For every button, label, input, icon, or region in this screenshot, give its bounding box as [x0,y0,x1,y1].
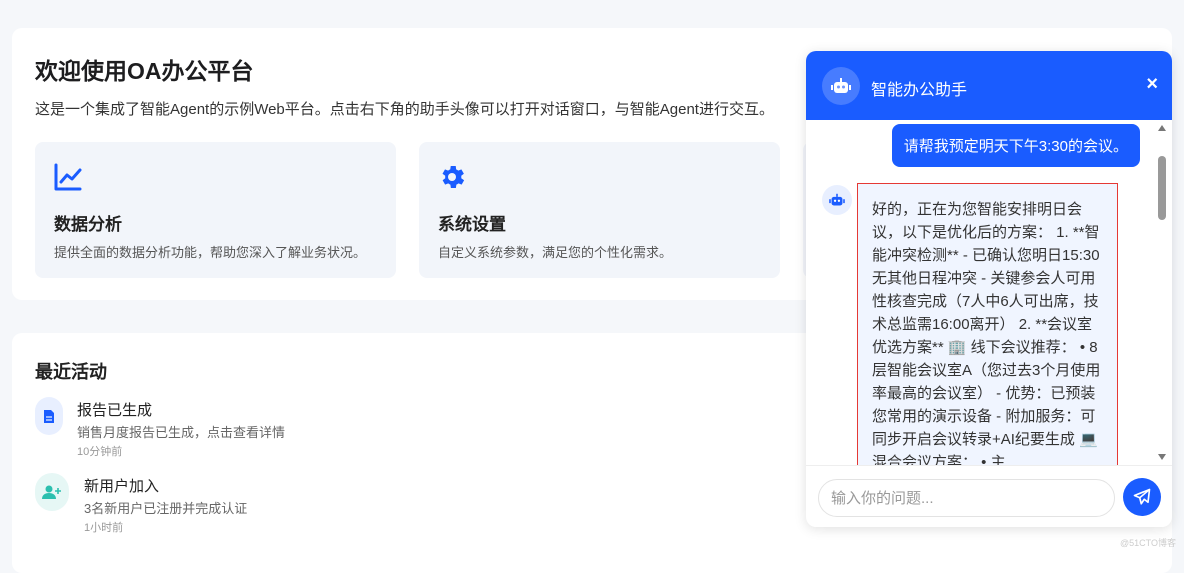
page-description: 这是一个集成了智能Agent的示例Web平台。点击右下角的助手头像可以打开对话窗… [35,101,774,118]
user-plus-icon [35,473,69,511]
page-title: 欢迎使用OA办公平台 [35,58,254,84]
close-button[interactable]: × [1146,73,1158,96]
activity-desc: 销售月度报告已生成，点击查看详情 [77,425,286,440]
feature-card-data-analysis[interactable]: 数据分析 提供全面的数据分析功能，帮助您深入了解业务状况。 [35,142,396,278]
chat-header: 智能办公助手 × [806,51,1172,120]
chart-line-icon [53,162,83,192]
scroll-down-arrow-icon[interactable] [1158,454,1166,460]
feature-card-settings[interactable]: 系统设置 自定义系统参数，满足您的个性化需求。 [419,142,780,278]
chat-window: 智能办公助手 × 请帮我预定明天下午3:30的会议。 好的，正在为您智能安排明日… [806,51,1172,527]
gear-icon [437,162,467,192]
scrollbar[interactable] [1156,120,1168,465]
feature-desc: 自定义系统参数，满足您的个性化需求。 [438,245,673,260]
watermark: @51CTO博客 [1120,538,1176,548]
robot-icon [822,67,860,105]
chat-input-bar [806,465,1172,527]
user-message: 请帮我预定明天下午3:30的会议。 [891,124,1140,167]
activity-title: 报告已生成 [77,402,153,419]
robot-icon [822,185,852,215]
activity-time: 1小时前 [84,522,124,534]
bot-message: 好的，正在为您智能安排明日会议，以下是优化后的方案： 1. **智能冲突检测**… [857,183,1118,465]
activity-desc: 3名新用户已注册并完成认证 [84,501,248,516]
scroll-up-arrow-icon[interactable] [1158,125,1166,131]
paper-plane-icon [1133,488,1151,505]
document-icon [35,397,63,435]
activity-time: 10分钟前 [77,446,123,458]
feature-desc: 提供全面的数据分析功能，帮助您深入了解业务状况。 [54,245,367,260]
activity-title: 新用户加入 [84,478,160,495]
scrollbar-thumb[interactable] [1158,156,1166,220]
message-list: 请帮我预定明天下午3:30的会议。 好的，正在为您智能安排明日会议，以下是优化后… [806,120,1172,465]
chat-title: 智能办公助手 [871,82,968,99]
feature-title: 系统设置 [438,215,506,234]
section-title: 最近活动 [35,362,107,382]
chat-input[interactable] [818,479,1115,517]
feature-title: 数据分析 [54,215,122,234]
send-button[interactable] [1123,478,1161,516]
